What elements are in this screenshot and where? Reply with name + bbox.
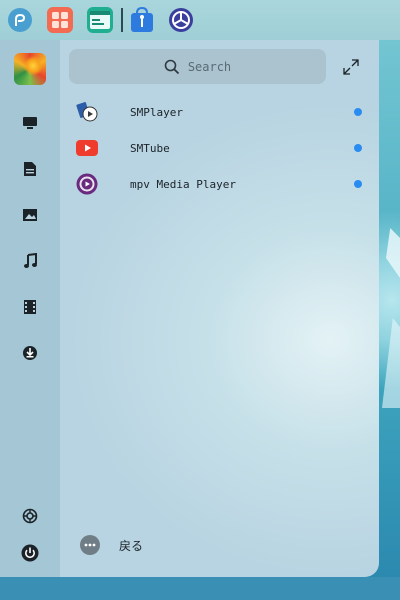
- music-icon[interactable]: [20, 251, 40, 271]
- terminal-icon[interactable]: [87, 7, 113, 33]
- app-label: SMTube: [130, 141, 170, 155]
- video-icon[interactable]: [20, 297, 40, 317]
- avatar[interactable]: [14, 53, 46, 85]
- new-app-indicator: [354, 180, 362, 188]
- picture-icon[interactable]: [20, 205, 40, 225]
- new-app-indicator: [354, 144, 362, 152]
- computer-icon[interactable]: [20, 113, 40, 133]
- search-box[interactable]: Search: [69, 49, 326, 84]
- new-app-indicator: [354, 108, 362, 116]
- app-launcher: Search SMPlayer SMTube mpv Media Player …: [0, 40, 379, 577]
- search-icon: [164, 59, 179, 74]
- back-label: 戻る: [119, 538, 144, 553]
- power-icon[interactable]: [20, 543, 40, 563]
- more-icon: [80, 535, 100, 555]
- fedora-logo-icon[interactable]: [7, 7, 33, 33]
- list-item[interactable]: SMTube: [76, 133, 368, 163]
- mpv-icon: [76, 173, 98, 195]
- taskbar: [0, 0, 400, 40]
- app-label: mpv Media Player: [130, 177, 236, 191]
- app-label: SMPlayer: [130, 105, 183, 119]
- app-store-icon[interactable]: [129, 7, 155, 33]
- category-sidebar: [0, 40, 60, 577]
- control-center-icon[interactable]: [20, 506, 40, 526]
- smplayer-icon: [76, 101, 98, 123]
- back-button[interactable]: 戻る: [80, 534, 143, 556]
- list-item[interactable]: SMPlayer: [76, 97, 368, 127]
- download-icon[interactable]: [20, 343, 40, 363]
- document-icon[interactable]: [20, 159, 40, 179]
- app-grid-icon[interactable]: [47, 7, 73, 33]
- taskbar-separator: [121, 8, 123, 32]
- smtube-icon: [76, 137, 98, 159]
- bottom-strip: [0, 577, 400, 600]
- fullscreen-toggle-icon[interactable]: [342, 58, 360, 76]
- list-item[interactable]: mpv Media Player: [76, 169, 368, 199]
- settings-icon[interactable]: [168, 7, 194, 33]
- search-placeholder: Search: [187, 59, 232, 74]
